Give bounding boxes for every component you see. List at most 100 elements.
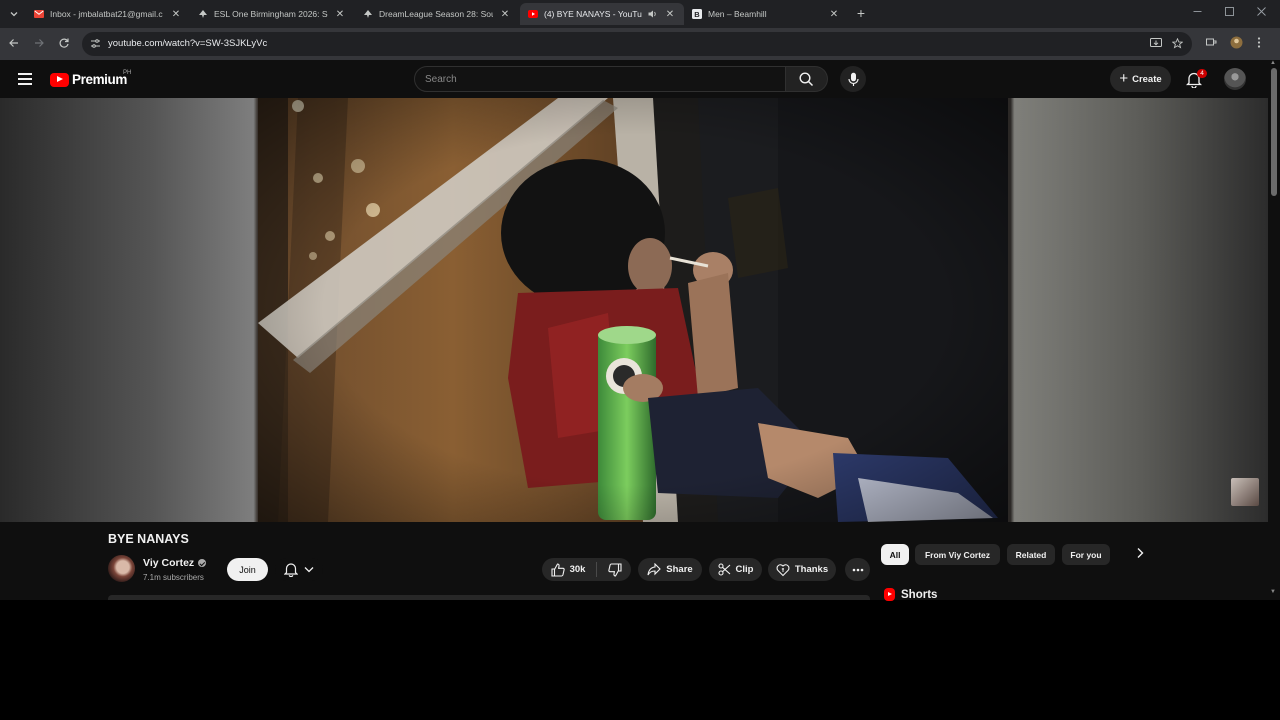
new-tab-button[interactable]: + bbox=[854, 6, 868, 20]
chip-for-you[interactable]: For you bbox=[1062, 544, 1110, 565]
country-code: PH bbox=[123, 70, 132, 76]
microphone-icon bbox=[847, 72, 859, 86]
close-tab-icon[interactable]: ✕ bbox=[499, 9, 511, 20]
tab-bar: Inbox - jmbalatbat21@gmail.c ✕ ESL One B… bbox=[0, 0, 1280, 28]
thanks-label: Thanks bbox=[794, 564, 829, 575]
super-thanks-icon bbox=[776, 563, 790, 576]
channel-name-row[interactable]: Viy Cortez bbox=[143, 557, 207, 569]
tab-dreamleague[interactable]: DreamLeague Season 28: South ✕ bbox=[355, 3, 519, 25]
browser-window: Inbox - jmbalatbat21@gmail.c ✕ ESL One B… bbox=[0, 0, 1280, 720]
subscription-notifications-button[interactable] bbox=[275, 558, 323, 581]
chrome-menu-icon[interactable] bbox=[1257, 37, 1261, 48]
create-button[interactable]: + Create bbox=[1110, 66, 1171, 92]
chevron-down-icon bbox=[304, 567, 314, 573]
minimize-icon[interactable] bbox=[1193, 7, 1202, 16]
join-button[interactable]: Join bbox=[227, 558, 268, 581]
scrollbar-thumb[interactable] bbox=[1271, 68, 1277, 196]
tab-title: Inbox - jmbalatbat21@gmail.c bbox=[50, 9, 163, 19]
video-frame bbox=[258, 98, 1008, 522]
logo-text: Premium bbox=[72, 72, 127, 87]
page-scrollbar[interactable]: ▲ ▼ bbox=[1268, 60, 1280, 600]
guide-menu-icon[interactable] bbox=[18, 73, 32, 85]
address-toolbar: youtube.com/watch?v=SW-3SJKLyVc bbox=[0, 28, 1280, 60]
svg-text:B: B bbox=[694, 10, 700, 19]
create-label: Create bbox=[1132, 73, 1162, 85]
channel-avatar[interactable] bbox=[108, 555, 135, 582]
youtube-icon bbox=[528, 9, 538, 19]
close-tab-icon[interactable]: ✕ bbox=[334, 9, 346, 20]
more-actions-button[interactable] bbox=[845, 558, 870, 581]
url-text: youtube.com/watch?v=SW-3SJKLyVc bbox=[108, 38, 268, 49]
install-app-icon[interactable] bbox=[1150, 38, 1162, 49]
like-count[interactable]: 30k bbox=[570, 564, 586, 575]
tab-title: (4) BYE NANAYS - YouTube bbox=[544, 9, 642, 19]
tab-gmail[interactable]: Inbox - jmbalatbat21@gmail.c ✕ bbox=[26, 3, 190, 25]
subscriber-count: 7.1m subscribers bbox=[143, 573, 204, 582]
divider bbox=[596, 562, 598, 577]
tab-search-icon[interactable] bbox=[6, 6, 22, 22]
maximize-icon[interactable] bbox=[1225, 7, 1234, 16]
search-button[interactable] bbox=[786, 66, 828, 92]
tab-esl[interactable]: ESL One Birmingham 2026: Sou ✕ bbox=[190, 3, 354, 25]
close-tab-icon[interactable]: ✕ bbox=[664, 9, 676, 20]
overlay-channel-thumbnail[interactable] bbox=[1231, 478, 1259, 506]
thumbs-up-icon[interactable] bbox=[551, 562, 565, 577]
beamhill-icon: B bbox=[692, 9, 702, 19]
youtube-header: Premium PH + Create 4 bbox=[0, 60, 1268, 98]
shorts-label: Shorts bbox=[901, 588, 938, 601]
channel-name[interactable]: Viy Cortez bbox=[143, 557, 194, 569]
share-button[interactable]: Share bbox=[638, 558, 702, 581]
bookmark-star-icon[interactable] bbox=[1172, 38, 1183, 49]
like-dislike-group: 30k bbox=[542, 558, 631, 581]
liquipedia-icon bbox=[363, 9, 373, 19]
address-bar[interactable]: youtube.com/watch?v=SW-3SJKLyVc bbox=[82, 32, 1192, 56]
scroll-up-arrow-icon[interactable]: ▲ bbox=[1270, 60, 1276, 66]
site-info-icon[interactable] bbox=[90, 38, 101, 49]
profile-avatar-icon[interactable] bbox=[1230, 36, 1243, 49]
watch-metadata: BYE NANAYS Viy Cortez 7.1m subscribers J… bbox=[0, 522, 1268, 601]
tab-youtube[interactable]: (4) BYE NANAYS - YouTube ✕ bbox=[520, 3, 684, 25]
shorts-shelf-header: Shorts bbox=[884, 588, 937, 601]
notification-badge: 4 bbox=[1197, 69, 1207, 78]
voice-search-button[interactable] bbox=[840, 66, 866, 92]
reload-icon[interactable] bbox=[58, 37, 72, 51]
share-label: Share bbox=[666, 564, 693, 575]
chip-from-channel[interactable]: From Viy Cortez bbox=[915, 544, 1000, 565]
back-icon[interactable] bbox=[8, 37, 22, 51]
close-window-icon[interactable] bbox=[1257, 7, 1266, 16]
shorts-icon bbox=[884, 588, 895, 601]
share-icon bbox=[647, 563, 662, 576]
close-tab-icon[interactable]: ✕ bbox=[170, 9, 182, 20]
search-icon bbox=[799, 71, 814, 86]
gmail-icon bbox=[34, 9, 44, 19]
thanks-button[interactable]: Thanks bbox=[768, 558, 836, 581]
youtube-logo-icon bbox=[50, 72, 69, 87]
tab-title: Men – Beamhill bbox=[708, 9, 767, 19]
search-box bbox=[414, 66, 786, 92]
tab-beamhill[interactable]: B Men – Beamhill ✕ bbox=[684, 3, 848, 25]
forward-icon[interactable] bbox=[33, 37, 47, 51]
clip-label: Clip bbox=[735, 564, 754, 575]
close-tab-icon[interactable]: ✕ bbox=[828, 9, 840, 20]
description-box[interactable] bbox=[108, 595, 870, 600]
chip-all[interactable]: All bbox=[881, 544, 909, 565]
search-input[interactable] bbox=[415, 67, 785, 91]
plus-icon: + bbox=[1119, 70, 1129, 87]
liquipedia-icon bbox=[198, 9, 208, 19]
youtube-premium-logo[interactable]: Premium bbox=[50, 72, 127, 87]
more-horizontal-icon bbox=[852, 568, 863, 571]
video-player[interactable] bbox=[0, 98, 1268, 522]
clip-button[interactable]: Clip bbox=[709, 558, 762, 581]
speaker-icon[interactable] bbox=[648, 10, 658, 18]
chevron-right-icon[interactable] bbox=[1136, 547, 1150, 563]
verified-badge-icon bbox=[198, 559, 207, 568]
tab-title: DreamLeague Season 28: South bbox=[379, 9, 493, 19]
scissors-icon bbox=[717, 563, 730, 576]
scroll-down-arrow-icon[interactable]: ▼ bbox=[1270, 589, 1276, 595]
video-title: BYE NANAYS bbox=[108, 532, 189, 546]
chip-related[interactable]: Related bbox=[1007, 544, 1055, 565]
account-avatar[interactable] bbox=[1224, 68, 1246, 90]
extensions-icon[interactable] bbox=[1206, 37, 1217, 47]
tab-title: ESL One Birmingham 2026: Sou bbox=[214, 9, 328, 19]
thumbs-down-icon[interactable] bbox=[608, 562, 622, 577]
